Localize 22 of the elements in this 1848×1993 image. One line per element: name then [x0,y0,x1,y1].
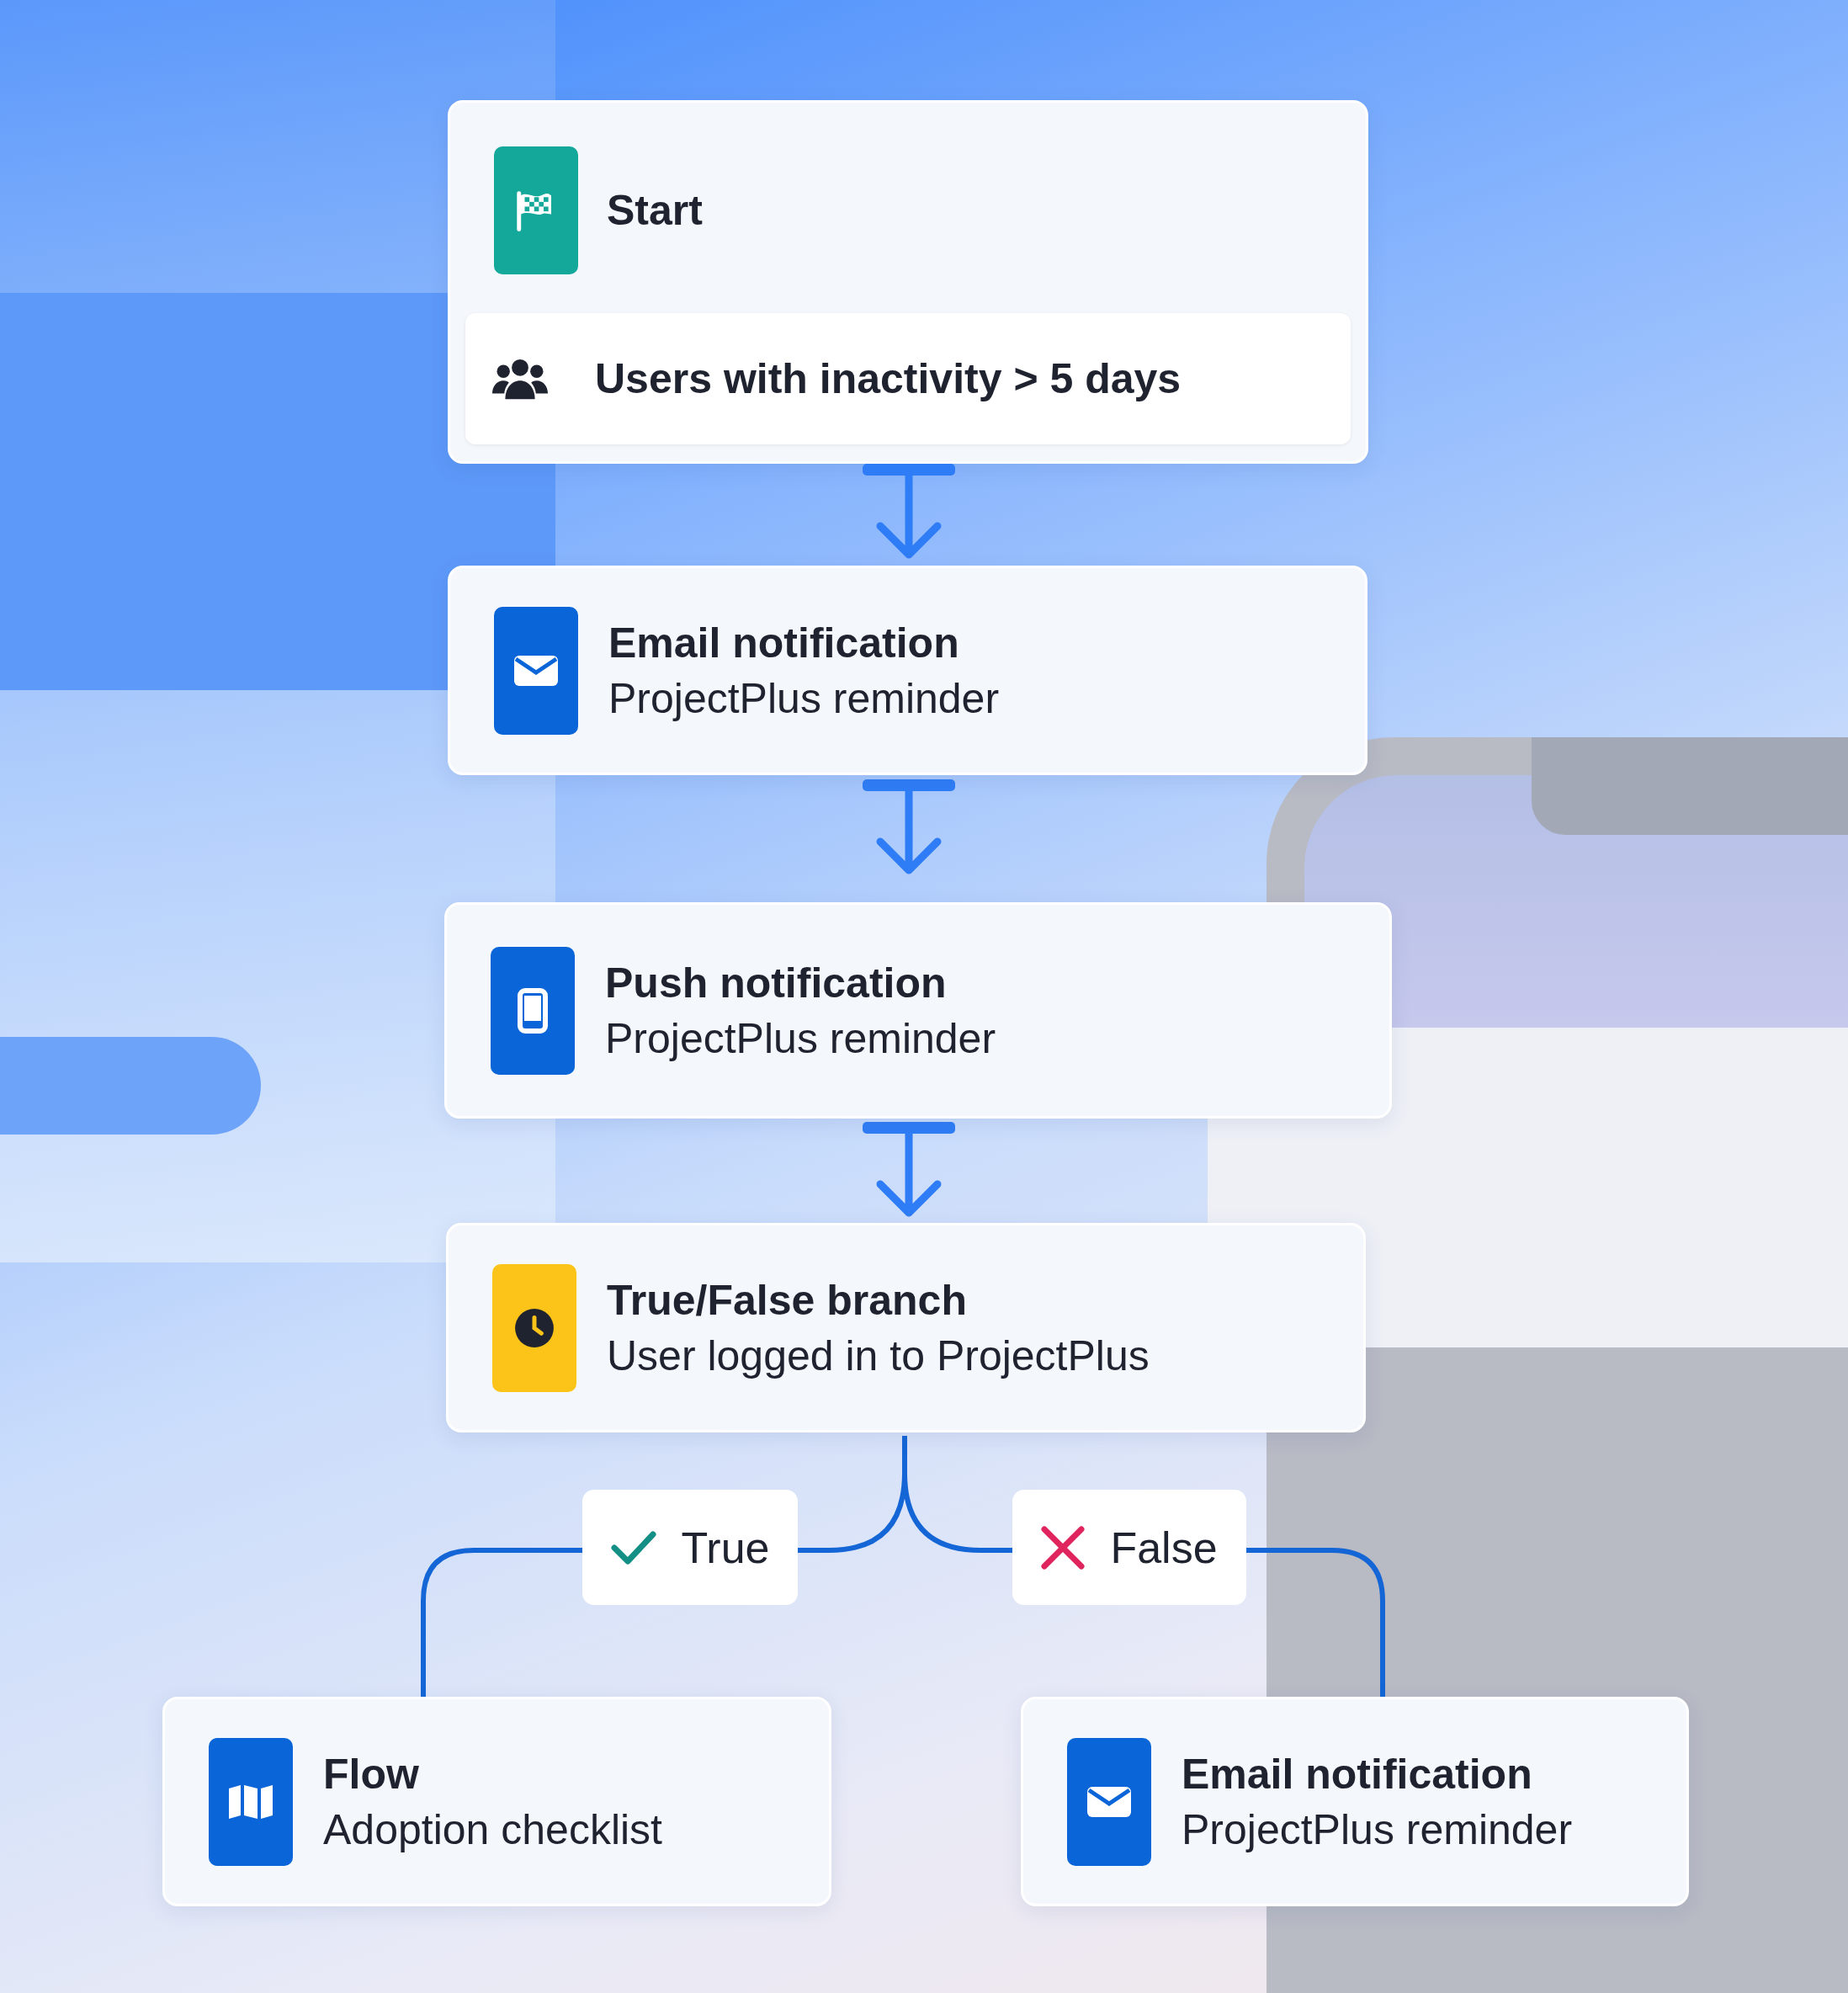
card-title: Push notification [605,958,948,1007]
card-title: Email notification [1182,1749,1533,1799]
clock-icon [492,1263,576,1392]
check-icon [610,1530,656,1565]
envelope-icon [494,606,578,735]
card-title: Email notification [608,618,960,667]
map-icon [209,1737,293,1866]
envelope-icon [1067,1737,1151,1866]
condition-text: Users with inactivity > 5 days [595,354,1182,403]
card-title: Flow [323,1749,420,1799]
card-subtitle: User logged in to ProjectPlus [607,1331,1150,1380]
card-subtitle: ProjectPlus reminder [608,673,1000,723]
card-subtitle: ProjectPlus reminder [605,1013,996,1063]
branch-label: True [582,1490,798,1605]
flag-icon [494,146,578,274]
card-subtitle: ProjectPlus reminder [1182,1804,1573,1854]
phone-icon [491,946,575,1075]
card-title: True/False branch [607,1275,968,1325]
close-icon [1041,1525,1086,1570]
card-title: Start [607,186,703,235]
card-subtitle: Adoption checklist [323,1804,662,1854]
branch-label: False [1012,1490,1246,1605]
